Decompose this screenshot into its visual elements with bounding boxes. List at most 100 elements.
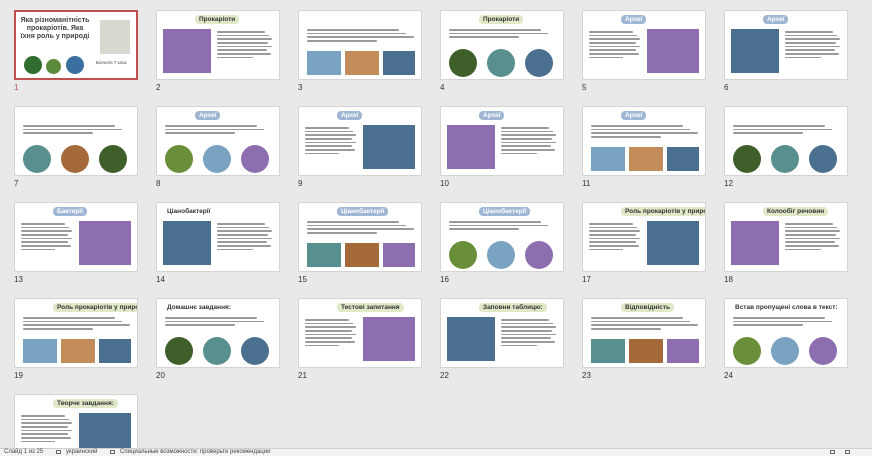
text-line bbox=[217, 223, 265, 225]
text-line bbox=[21, 223, 66, 225]
slide-canvas[interactable]: Заповни таблицю: bbox=[440, 298, 564, 368]
slide-thumbnail-5[interactable]: Археї 5 bbox=[582, 10, 706, 92]
slide-title: Археї bbox=[479, 111, 505, 120]
text-line bbox=[591, 320, 691, 323]
slide-title: Роль прокаріотів у природі bbox=[621, 207, 705, 216]
image-circle bbox=[771, 337, 799, 365]
slide-thumbnail-1[interactable]: Яка різноманітність прокаріотів. Яка їхн… bbox=[14, 10, 138, 92]
slide-thumbnail-24[interactable]: Встав пропущені слова в текст: 24 bbox=[724, 298, 848, 380]
view-icon[interactable] bbox=[845, 450, 850, 454]
slide-canvas[interactable]: Тестові запитання bbox=[298, 298, 422, 368]
slide-thumbnail-2[interactable]: Прокаріоти 2 bbox=[156, 10, 280, 92]
slide-thumbnail-25[interactable]: Творче завдання:25 bbox=[14, 394, 138, 448]
slide-thumbnail-15[interactable]: Ціанобактерії 15 bbox=[298, 202, 422, 284]
image-block bbox=[629, 339, 663, 363]
slide-number: 17 bbox=[582, 275, 591, 284]
slide-number: 16 bbox=[440, 275, 449, 284]
image-block bbox=[447, 317, 495, 361]
slide-canvas[interactable]: Відповідність bbox=[582, 298, 706, 368]
slide-canvas[interactable]: Археї bbox=[156, 106, 280, 176]
text-line bbox=[501, 141, 556, 144]
accessibility-status[interactable]: Специальные возможности: проверьте реком… bbox=[120, 449, 270, 456]
slide-thumbnail-14[interactable]: Ціанобактерії 14 bbox=[156, 202, 280, 284]
slide-title: Домашнє завдання: bbox=[167, 304, 231, 311]
slide-thumbnail-12[interactable]: 12 bbox=[724, 106, 848, 188]
text-line bbox=[785, 49, 836, 51]
image-circle bbox=[203, 145, 231, 173]
notes-icon[interactable] bbox=[830, 450, 835, 454]
slide-thumbnail-4[interactable]: Прокаріоти 4 bbox=[440, 10, 564, 92]
slide-thumbnail-20[interactable]: Домашнє завдання: 20 bbox=[156, 298, 280, 380]
text-line bbox=[449, 221, 541, 223]
text-line bbox=[21, 422, 73, 424]
text-line bbox=[305, 330, 353, 332]
image-circle bbox=[809, 337, 837, 365]
image-block bbox=[363, 125, 415, 169]
text-line bbox=[501, 149, 556, 151]
slide-thumbnail-13[interactable]: Бактерії 13 bbox=[14, 202, 138, 284]
slide-canvas[interactable]: Бактерії bbox=[14, 202, 138, 272]
image-block bbox=[163, 221, 211, 265]
slide-thumbnail-21[interactable]: Тестові запитання 21 bbox=[298, 298, 422, 380]
slide-thumbnail-3[interactable]: 3 bbox=[298, 10, 422, 92]
text-line bbox=[785, 45, 840, 48]
slide-thumbnail-22[interactable]: Заповни таблицю: 22 bbox=[440, 298, 564, 380]
slide-canvas[interactable]: Прокаріоти bbox=[440, 10, 564, 80]
slide-number: 15 bbox=[298, 275, 307, 284]
slide-thumbnail-18[interactable]: Колообіг речовин 18 bbox=[724, 202, 848, 284]
slide-title: Яка різноманітність прокаріотів. Яка їхн… bbox=[20, 17, 90, 40]
slide-canvas[interactable]: Прокаріоти bbox=[156, 10, 280, 80]
slide-canvas[interactable]: Ціанобактерії bbox=[440, 202, 564, 272]
text-line bbox=[23, 128, 123, 131]
slide-title: Археї bbox=[337, 111, 363, 120]
slide-thumbnail-23[interactable]: Відповідність 23 bbox=[582, 298, 706, 380]
slide-canvas[interactable]: Археї bbox=[582, 106, 706, 176]
slide-canvas[interactable]: Ціанобактерії bbox=[156, 202, 280, 272]
slide-canvas[interactable] bbox=[724, 106, 848, 176]
text-line bbox=[217, 49, 268, 51]
slide-canvas[interactable] bbox=[14, 106, 138, 176]
accessibility-icon[interactable] bbox=[110, 450, 115, 454]
slide-thumbnail-19[interactable]: Роль прокаріотів у природі 19 bbox=[14, 298, 138, 380]
text-line bbox=[21, 245, 72, 247]
slide-canvas[interactable] bbox=[298, 10, 422, 80]
slide-canvas[interactable]: Роль прокаріотів у природі bbox=[582, 202, 706, 272]
text-line bbox=[217, 34, 269, 37]
slide-canvas[interactable]: Ціанобактерії bbox=[298, 202, 422, 272]
slide-canvas[interactable]: Домашнє завдання: bbox=[156, 298, 280, 368]
slide-canvas[interactable]: Археї bbox=[298, 106, 422, 176]
text-line bbox=[501, 344, 538, 347]
text-line bbox=[501, 130, 553, 133]
slide-thumbnail-7[interactable]: 7 bbox=[14, 106, 138, 188]
slide-thumbnail-10[interactable]: Археї 10 bbox=[440, 106, 564, 188]
slide-title: Ціанобактерії bbox=[479, 207, 531, 216]
slide-thumbnail-16[interactable]: Ціанобактерії 16 bbox=[440, 202, 564, 284]
text-line bbox=[733, 132, 804, 134]
slide-thumbnail-11[interactable]: Археї 11 bbox=[582, 106, 706, 188]
slide-thumbnail-9[interactable]: Археї 9 bbox=[298, 106, 422, 188]
slide-canvas[interactable]: Колообіг речовин bbox=[724, 202, 848, 272]
text-line bbox=[785, 226, 837, 229]
slide-canvas[interactable]: Роль прокаріотів у природі bbox=[14, 298, 138, 368]
slide-canvas[interactable]: Археї bbox=[724, 10, 848, 80]
slide-canvas[interactable]: Творче завдання: bbox=[14, 394, 138, 448]
slide-title: Тестові запитання bbox=[337, 303, 404, 312]
slide-title: Археї bbox=[763, 15, 789, 24]
slide-canvas[interactable]: Археї bbox=[440, 106, 564, 176]
slide-thumbnail-6[interactable]: Археї 6 bbox=[724, 10, 848, 92]
text-line bbox=[591, 328, 662, 330]
image-block bbox=[79, 413, 131, 448]
text-line bbox=[785, 53, 840, 55]
slide-number: 14 bbox=[156, 275, 165, 284]
slide-canvas[interactable]: Археї bbox=[582, 10, 706, 80]
slide-thumbnail-8[interactable]: Археї 8 bbox=[156, 106, 280, 188]
slide-thumbnail-17[interactable]: Роль прокаріотів у природі 17 bbox=[582, 202, 706, 284]
text-lines bbox=[165, 125, 273, 136]
text-line bbox=[305, 337, 352, 339]
spellcheck-icon[interactable] bbox=[56, 450, 61, 454]
slide-canvas[interactable]: Встав пропущені слова в текст: bbox=[724, 298, 848, 368]
slide-number: 11 bbox=[582, 179, 591, 188]
text-lines bbox=[589, 31, 641, 61]
language-indicator[interactable]: украинский bbox=[66, 449, 97, 456]
slide-canvas[interactable]: Яка різноманітність прокаріотів. Яка їхн… bbox=[14, 10, 138, 80]
